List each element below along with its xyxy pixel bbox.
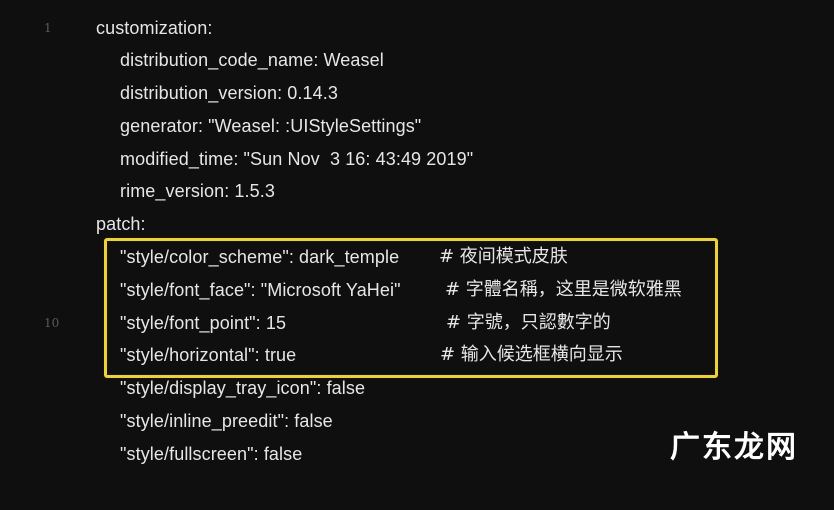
code-line-6[interactable]: rime_version: 1.5.3 bbox=[0, 175, 834, 207]
code-editor[interactable]: 1 customization: distribution_code_name:… bbox=[0, 0, 834, 480]
code-line-7[interactable]: patch: bbox=[0, 208, 834, 240]
code-line-10[interactable]: 10 "style/font_point": 15 # 字號，只認數字的 bbox=[0, 307, 834, 339]
code-text: "style/font_face": "Microsoft YaHei" bbox=[120, 280, 401, 300]
code-line-1[interactable]: 1 customization: bbox=[0, 12, 834, 44]
code-comment: # 字號，只認數字的 bbox=[446, 312, 611, 333]
code-text: distribution_code_name: Weasel bbox=[120, 50, 384, 70]
code-text: generator: "Weasel: :UIStyleSettings" bbox=[120, 116, 422, 136]
code-text: "style/font_point": 15 bbox=[120, 313, 287, 333]
code-text: "style/color_scheme": dark_temple bbox=[120, 247, 400, 267]
code-line-12[interactable]: "style/display_tray_icon": false bbox=[0, 372, 834, 404]
code-comment: # 输入候选框横向显示 bbox=[440, 344, 623, 365]
line-number: 10 bbox=[44, 316, 60, 330]
code-line-11[interactable]: "style/horizontal": true # 输入候选框横向显示 bbox=[0, 339, 834, 371]
code-text: modified_time: "Sun Nov 3 16: 43:49 2019… bbox=[120, 149, 474, 169]
code-line-2[interactable]: distribution_code_name: Weasel bbox=[0, 44, 834, 76]
code-text: patch: bbox=[96, 214, 146, 234]
code-line-9[interactable]: "style/font_face": "Microsoft YaHei" # 字… bbox=[0, 274, 834, 306]
code-line-5[interactable]: modified_time: "Sun Nov 3 16: 43:49 2019… bbox=[0, 143, 834, 175]
code-text: "style/display_tray_icon": false bbox=[120, 378, 366, 398]
line-number: 1 bbox=[44, 21, 52, 35]
code-comment: # 夜间模式皮肤 bbox=[439, 246, 568, 267]
code-text: "style/horizontal": true bbox=[120, 345, 297, 365]
code-text: customization: bbox=[96, 18, 213, 38]
code-line-4[interactable]: generator: "Weasel: :UIStyleSettings" bbox=[0, 110, 834, 142]
code-text: "style/inline_preedit": false bbox=[120, 411, 333, 431]
code-text: "style/fullscreen": false bbox=[120, 444, 303, 464]
code-comment: # 字體名稱，这里是微软雅黑 bbox=[445, 279, 682, 300]
code-line-8[interactable]: "style/color_scheme": dark_temple # 夜间模式… bbox=[0, 241, 834, 273]
code-text: rime_version: 1.5.3 bbox=[120, 181, 275, 201]
code-line-3[interactable]: distribution_version: 0.14.3 bbox=[0, 77, 834, 109]
watermark-logo: 广东龙网 bbox=[670, 430, 798, 465]
code-text: distribution_version: 0.14.3 bbox=[120, 83, 338, 103]
